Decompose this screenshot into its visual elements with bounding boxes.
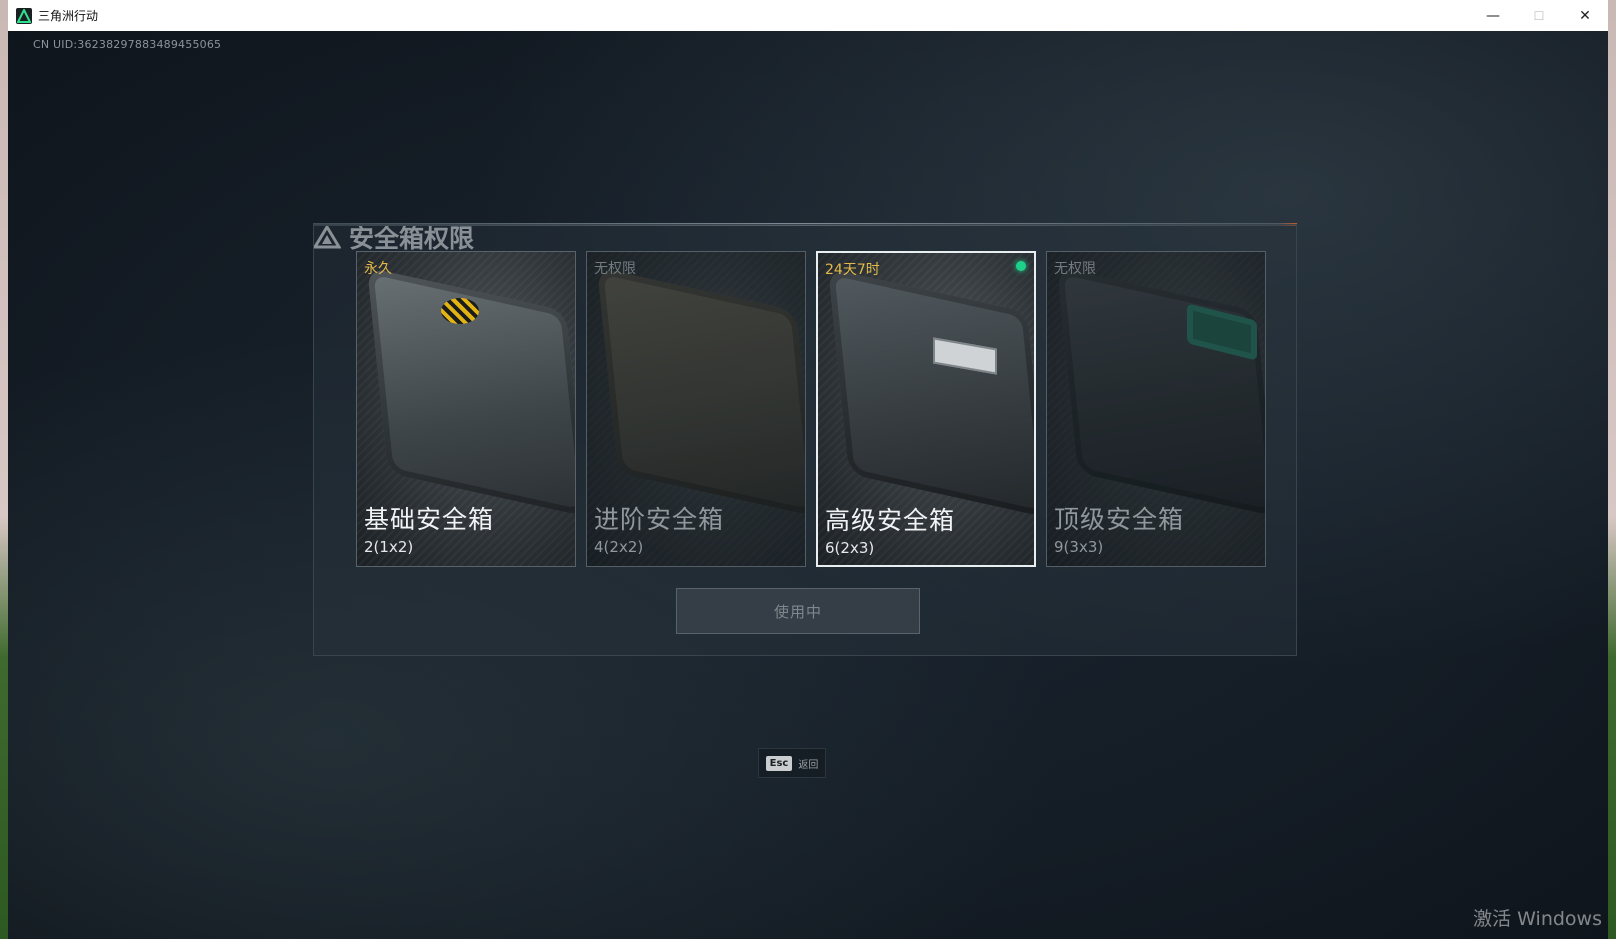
safebox-image bbox=[828, 268, 1034, 518]
safebox-card-advanced[interactable]: 无权限 进阶安全箱 4(2x2) bbox=[586, 251, 806, 567]
card-status-label: 24天7时 bbox=[825, 262, 880, 278]
game-window: 三角洲行动 — ☐ ✕ CN UID:36238297883489455065 … bbox=[8, 0, 1608, 939]
back-hint[interactable]: Esc 返回 bbox=[758, 748, 826, 778]
safebox-card-top[interactable]: 无权限 顶级安全箱 9(3x3) bbox=[1046, 251, 1266, 567]
windows-activation-watermark: 激活 Windows bbox=[1473, 908, 1602, 930]
safebox-panel: 永久 基础安全箱 2(1x2) 无权限 进阶安全箱 4(2x2) 24天7时 高… bbox=[313, 224, 1297, 656]
card-capacity: 2(1x2) bbox=[364, 538, 414, 556]
back-label: 返回 bbox=[798, 759, 819, 771]
card-capacity: 4(2x2) bbox=[594, 538, 644, 556]
active-indicator-icon bbox=[1016, 261, 1026, 271]
uid-label: CN UID:36238297883489455065 bbox=[33, 38, 222, 51]
card-name: 基础安全箱 bbox=[364, 505, 495, 534]
card-name: 进阶安全箱 bbox=[594, 505, 725, 534]
window-title: 三角洲行动 bbox=[38, 9, 99, 23]
maximize-button[interactable]: ☐ bbox=[1516, 0, 1562, 31]
card-status-label: 无权限 bbox=[1054, 261, 1096, 277]
card-name: 顶级安全箱 bbox=[1054, 505, 1185, 534]
card-name: 高级安全箱 bbox=[825, 506, 956, 535]
safebox-card-premium[interactable]: 24天7时 高级安全箱 6(2x3) bbox=[816, 251, 1036, 567]
card-capacity: 6(2x3) bbox=[825, 539, 875, 557]
in-use-button[interactable]: 使用中 bbox=[676, 588, 920, 634]
app-logo-icon bbox=[16, 7, 32, 24]
window-titlebar[interactable]: 三角洲行动 — ☐ ✕ bbox=[8, 0, 1608, 32]
card-status-label: 永久 bbox=[364, 261, 392, 277]
safebox-card-basic[interactable]: 永久 基础安全箱 2(1x2) bbox=[356, 251, 576, 567]
close-button[interactable]: ✕ bbox=[1562, 0, 1608, 31]
esc-key-icon: Esc bbox=[765, 755, 793, 771]
card-capacity: 9(3x3) bbox=[1054, 538, 1104, 556]
hazard-sticker-icon bbox=[441, 298, 479, 324]
safebox-card-list: 永久 基础安全箱 2(1x2) 无权限 进阶安全箱 4(2x2) 24天7时 高… bbox=[356, 251, 1266, 567]
minimize-button[interactable]: — bbox=[1470, 0, 1516, 31]
card-status-label: 无权限 bbox=[594, 261, 636, 277]
